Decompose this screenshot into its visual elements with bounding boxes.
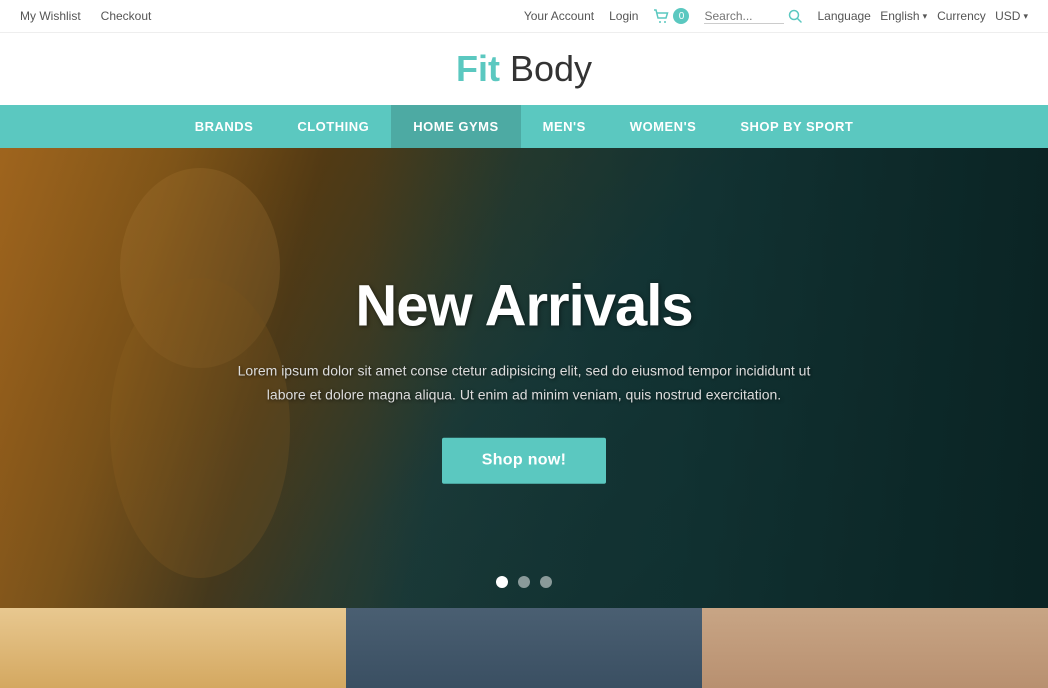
nav-item-shop-by-sport[interactable]: SHOP BY SPORT — [718, 105, 875, 148]
search-input[interactable] — [704, 9, 784, 24]
hero-section: New Arrivals Lorem ipsum dolor sit amet … — [0, 148, 1048, 608]
login-link[interactable]: Login — [609, 9, 638, 23]
cart-count: 0 — [673, 8, 689, 24]
checkout-link[interactable]: Checkout — [101, 9, 152, 23]
account-link[interactable]: Your Account — [524, 9, 594, 23]
below-hero-section — [0, 608, 1048, 688]
hero-title: New Arrivals — [224, 273, 824, 340]
top-bar: My Wishlist Checkout Your Account Login … — [0, 0, 1048, 33]
currency-dropdown[interactable]: Currency USD ▾ — [937, 9, 1028, 23]
below-hero-left — [0, 608, 346, 688]
currency-label: Currency — [937, 9, 986, 23]
language-chevron-icon: ▾ — [923, 11, 928, 22]
search-icon[interactable] — [788, 9, 802, 23]
hero-dot-1[interactable] — [496, 576, 508, 588]
cart-icon[interactable]: 0 — [653, 8, 689, 24]
hero-description: Lorem ipsum dolor sit amet conse ctetur … — [224, 360, 824, 408]
top-bar-left: My Wishlist Checkout — [20, 9, 151, 23]
logo-fit: Fit — [456, 48, 500, 89]
nav-item-brands[interactable]: BRANDS — [173, 105, 276, 148]
cart-svg-icon — [653, 9, 669, 23]
currency-value: USD — [995, 9, 1020, 23]
site-logo[interactable]: Fit Body — [456, 48, 592, 90]
below-hero-right — [702, 608, 1048, 688]
logo-bar: Fit Body — [0, 33, 1048, 105]
nav-item-womens[interactable]: WOMEN'S — [608, 105, 719, 148]
wishlist-link[interactable]: My Wishlist — [20, 9, 81, 23]
below-hero-center — [346, 608, 702, 688]
shop-now-button[interactable]: Shop now! — [442, 437, 606, 483]
language-label: Language — [817, 9, 870, 23]
logo-body: Body — [500, 48, 592, 89]
lang-currency: Language English ▾ Currency USD ▾ — [817, 9, 1028, 23]
currency-chevron-icon: ▾ — [1023, 11, 1028, 22]
language-dropdown[interactable]: Language English ▾ — [817, 9, 927, 23]
nav-item-home-gyms[interactable]: HOME GYMS — [391, 105, 520, 148]
nav-item-clothing[interactable]: CLOTHING — [275, 105, 391, 148]
top-bar-right: Your Account Login 0 Language English ▾ — [524, 8, 1028, 24]
main-nav: BRANDS CLOTHING HOME GYMS MEN'S WOMEN'S … — [0, 105, 1048, 148]
language-value: English — [880, 9, 919, 23]
search-container — [704, 9, 802, 24]
hero-content: New Arrivals Lorem ipsum dolor sit amet … — [224, 273, 824, 484]
hero-dots — [496, 576, 552, 588]
hero-dot-3[interactable] — [540, 576, 552, 588]
nav-item-mens[interactable]: MEN'S — [521, 105, 608, 148]
hero-dot-2[interactable] — [518, 576, 530, 588]
